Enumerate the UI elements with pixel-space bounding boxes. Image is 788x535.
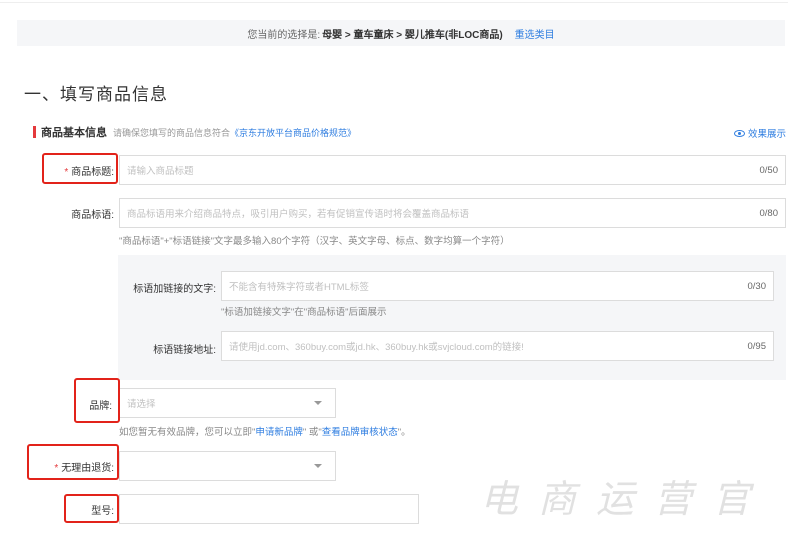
preview-effect-link[interactable]: 效果展示 [733, 126, 786, 140]
brand-placeholder: 请选择 [127, 399, 156, 410]
slogan-input[interactable]: 商品标语用来介绍商品特点，吸引用户购买，若有促销宣传语时将会覆盖商品标语 0/8… [119, 198, 786, 228]
product-title-input[interactable]: 请输入商品标题 0/50 [119, 155, 786, 185]
basic-info-title: 商品基本信息 [41, 127, 107, 139]
top-divider [0, 0, 788, 3]
reselect-category-link[interactable]: 重选类目 [515, 26, 555, 41]
highlight-box-model [64, 494, 119, 523]
selection-path: 母婴 > 童车童床 > 婴儿推车(非LOC商品) [322, 29, 503, 41]
slogan-label: 商品标语: [71, 210, 114, 221]
brand-select[interactable]: 请选择 [119, 388, 336, 418]
no-reason-return-select[interactable] [119, 451, 336, 481]
category-selection-bar: 您当前的选择是: 母婴 > 童车童床 > 婴儿推车(非LOC商品) 重选类目 [17, 20, 785, 46]
slogan-link-text-label: 标语加链接的文字: [133, 284, 216, 295]
highlight-box-brand [74, 378, 120, 423]
brand-note-prefix: 如您暂无有效品牌，您可以立即" [119, 427, 256, 438]
selection-prefix: 您当前的选择是: [247, 29, 321, 41]
slogan-link-text-placeholder: 不能含有特殊字符或者HTML标签 [229, 282, 369, 293]
price-rules-link[interactable]: 《京东开放平台商品价格规范》 [230, 126, 356, 139]
product-title-placeholder: 请输入商品标题 [127, 166, 194, 177]
slogan-link-url-input[interactable]: 请使用jd.com、360buy.com或jd.hk、360buy.hk或svj… [221, 331, 774, 361]
preview-label: 效果展示 [747, 129, 786, 140]
chevron-down-icon [314, 464, 322, 468]
slogan-link-url-count: 0/95 [747, 340, 767, 352]
slogan-placeholder: 商品标语用来介绍商品特点，吸引用户购买，若有促销宣传语时将会覆盖商品标语 [127, 209, 470, 220]
product-title-count: 0/50 [759, 164, 779, 176]
eye-icon [733, 129, 745, 137]
slogan-link-text-note: "标语加链接文字"在"商品标语"后面展示 [221, 307, 387, 318]
slogan-count: 0/80 [759, 207, 779, 219]
slogan-link-text-count: 0/30 [747, 280, 767, 292]
highlight-box-return [27, 444, 119, 480]
highlight-box-title [42, 153, 118, 184]
slogan-link-url-label: 标语链接地址: [153, 345, 216, 356]
apply-new-brand-link[interactable]: 申请新品牌 [255, 427, 303, 438]
brand-note-suffix: "。 [397, 427, 411, 438]
slogan-link-text-input[interactable]: 不能含有特殊字符或者HTML标签 0/30 [221, 271, 774, 301]
watermark: 电商运营官 [480, 477, 771, 521]
section-marker [33, 126, 36, 138]
model-input[interactable] [119, 494, 419, 524]
chevron-down-icon [314, 401, 322, 405]
slogan-link-url-placeholder: 请使用jd.com、360buy.com或jd.hk、360buy.hk或svj… [229, 342, 524, 353]
check-brand-status-link[interactable]: 查看品牌审核状态 [322, 427, 398, 438]
slogan-note: "商品标语"+"标语链接"文字最多输入80个字符（汉字、英文字母、标点、数字均算… [119, 236, 510, 247]
brand-note-mid: " 或" [302, 427, 322, 438]
section-title: 一、填写商品信息 [24, 85, 168, 104]
brand-note: 如您暂无有效品牌，您可以立即"申请新品牌" 或"查看品牌审核状态"。 [119, 424, 411, 438]
basic-info-header: 商品基本信息 请确保您填写的商品信息符合 《京东开放平台商品价格规范》 [33, 124, 356, 140]
basic-info-hint: 请确保您填写的商品信息符合 [113, 127, 231, 138]
